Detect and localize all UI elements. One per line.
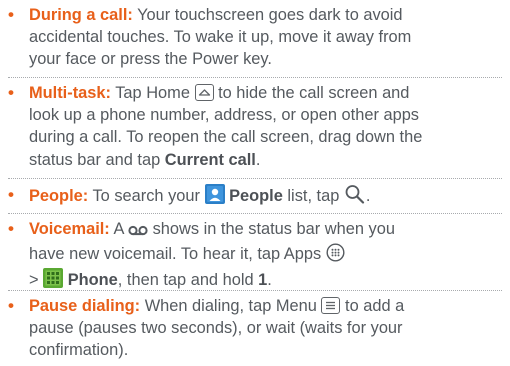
tip-term: Voicemail: [29,220,110,238]
bullet: • [8,83,14,102]
tip-text: , then tap and hold [117,271,254,290]
tip-text: . [255,150,261,169]
tip-text: To search your [92,187,200,205]
tip-text: A [113,220,124,238]
people-app-icon [204,184,225,210]
tip-term: During a call: [29,6,133,24]
divider [8,213,502,214]
tip-line: your face or press the Power key. [29,50,272,69]
tip-strong: Current call [164,150,256,169]
tip-strong: 1 [258,271,268,290]
tip-line: look up a phone number, address, or open… [29,106,420,125]
apps-icon [326,243,345,268]
tip-term: Multi-task: [29,84,111,102]
tip-line: status bar and tap Current call. [29,149,499,171]
tip-line: People: To search your People list, tap [29,184,499,210]
divider [8,178,502,179]
tip-strong: Phone [67,271,118,290]
bullet: • [8,5,14,24]
divider [8,77,502,78]
tip-line: have new voicemail. To hear it, tap Apps [29,243,499,268]
tip-strong: People [229,187,283,205]
bullet: • [8,296,14,315]
tip-text: . [365,187,371,205]
tip-text: > [29,271,39,290]
tip-text: Your touchscreen goes dark to avoid [137,6,403,24]
tip-line: Multi-task: Tap Home to hide the call sc… [29,82,499,104]
voicemail-icon [128,221,148,243]
tip-term: Pause dialing: [29,297,141,315]
tip-text: have new voicemail. To hear it, tap Apps [29,245,322,264]
search-icon [344,184,366,210]
tip-text: to add a [345,297,405,315]
home-key-icon [194,84,214,101]
tip-line: during a call. To reopen the call screen… [29,128,423,147]
tip-text: status bar and tap [29,150,161,169]
tip-line: Voicemail: A shows in the status bar whe… [29,218,499,243]
menu-key-icon [321,297,341,314]
tip-line: accidental touches. To wake it up, move … [29,28,412,47]
divider [8,290,502,291]
tip-text: list, tap [287,187,340,205]
tip-line: confirmation). [29,341,129,360]
tip-line: During a call: Your touchscreen goes dar… [29,4,499,26]
tip-text: to hide the call screen and [218,84,410,102]
tip-text: Tap Home [115,84,190,102]
tip-text: When dialing, tap Menu [144,297,317,315]
tip-text: shows in the status bar when you [152,220,395,238]
tip-line: pause (pauses two seconds), or wait (wai… [29,319,403,338]
tip-text: . [267,271,272,290]
bullet: • [8,185,14,204]
tip-term: People: [29,187,89,205]
tip-line: Pause dialing: When dialing, tap Menu to… [29,295,499,317]
bullet: • [8,219,14,238]
